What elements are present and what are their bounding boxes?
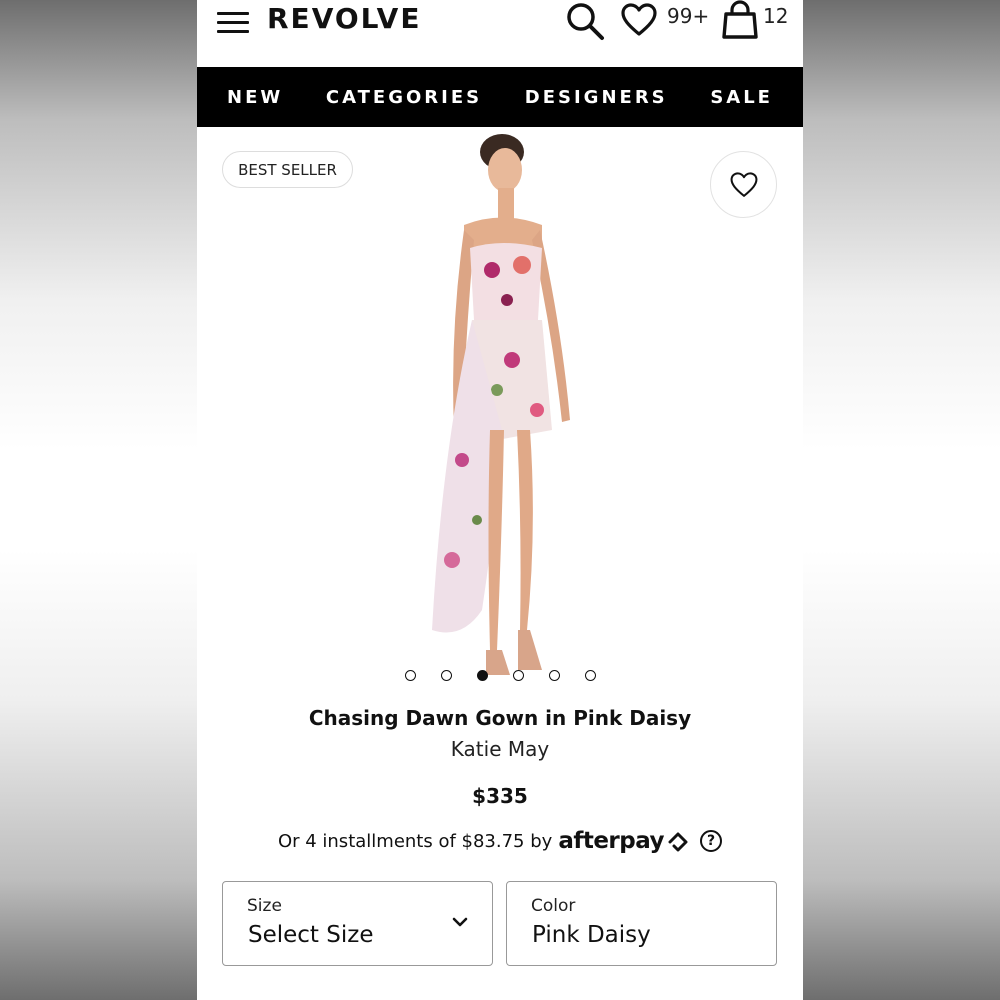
carousel-dot[interactable] — [404, 670, 416, 681]
product-title: Chasing Dawn Gown in Pink Daisy — [308, 706, 692, 730]
help-icon[interactable]: ? — [700, 830, 723, 852]
nav-item-sale[interactable]: SALE — [710, 87, 773, 108]
bag-icon[interactable] — [720, 0, 760, 40]
nav-item-designers[interactable]: DESIGNERS — [525, 87, 668, 108]
carousel-dot[interactable] — [440, 670, 452, 681]
size-label: Size — [247, 896, 282, 916]
menu-icon[interactable] — [217, 12, 249, 34]
afterpay-brand: afterpay — [558, 828, 665, 854]
brand-logo[interactable]: REVOLVE — [267, 2, 421, 35]
favorite-button[interactable] — [710, 151, 777, 218]
installments-text: Or 4 installments of $83.75 by — [277, 830, 553, 852]
afterpay-arrows-icon — [668, 832, 688, 852]
product-image[interactable] — [402, 130, 602, 695]
color-select[interactable]: Color Pink Daisy — [506, 881, 777, 966]
color-label: Color — [531, 896, 576, 916]
afterpay-info: Or 4 installments of $83.75 by afterpay … — [197, 828, 803, 854]
carousel-dot-active[interactable] — [476, 670, 488, 681]
best-seller-badge: BEST SELLER — [222, 151, 353, 188]
nav-item-new[interactable]: NEW — [227, 87, 283, 108]
chevron-down-icon — [452, 917, 468, 927]
size-value: Select Size — [248, 922, 374, 948]
carousel-dot[interactable] — [512, 670, 524, 681]
main-nav: NEW CATEGORIES DESIGNERS SALE — [197, 67, 803, 127]
carousel-dot[interactable] — [548, 670, 560, 681]
wishlist-count: 99+ — [667, 4, 710, 28]
product-designer[interactable]: Katie May — [197, 737, 803, 761]
product-price: $335 — [472, 784, 528, 808]
nav-item-categories[interactable]: CATEGORIES — [326, 87, 482, 108]
image-carousel-dots — [197, 670, 803, 681]
bag-count: 12 — [763, 4, 789, 28]
heart-icon[interactable] — [620, 2, 658, 38]
search-icon[interactable] — [564, 0, 606, 42]
size-select[interactable]: Size Select Size — [222, 881, 493, 966]
phone-screen: REVOLVE 99+ 12 NEW CATEGORIES DESIGNERS … — [197, 0, 803, 1000]
heart-outline-icon — [730, 171, 757, 197]
afterpay-logo: afterpay — [558, 828, 694, 854]
color-value: Pink Daisy — [532, 922, 651, 948]
carousel-dot[interactable] — [584, 670, 596, 681]
